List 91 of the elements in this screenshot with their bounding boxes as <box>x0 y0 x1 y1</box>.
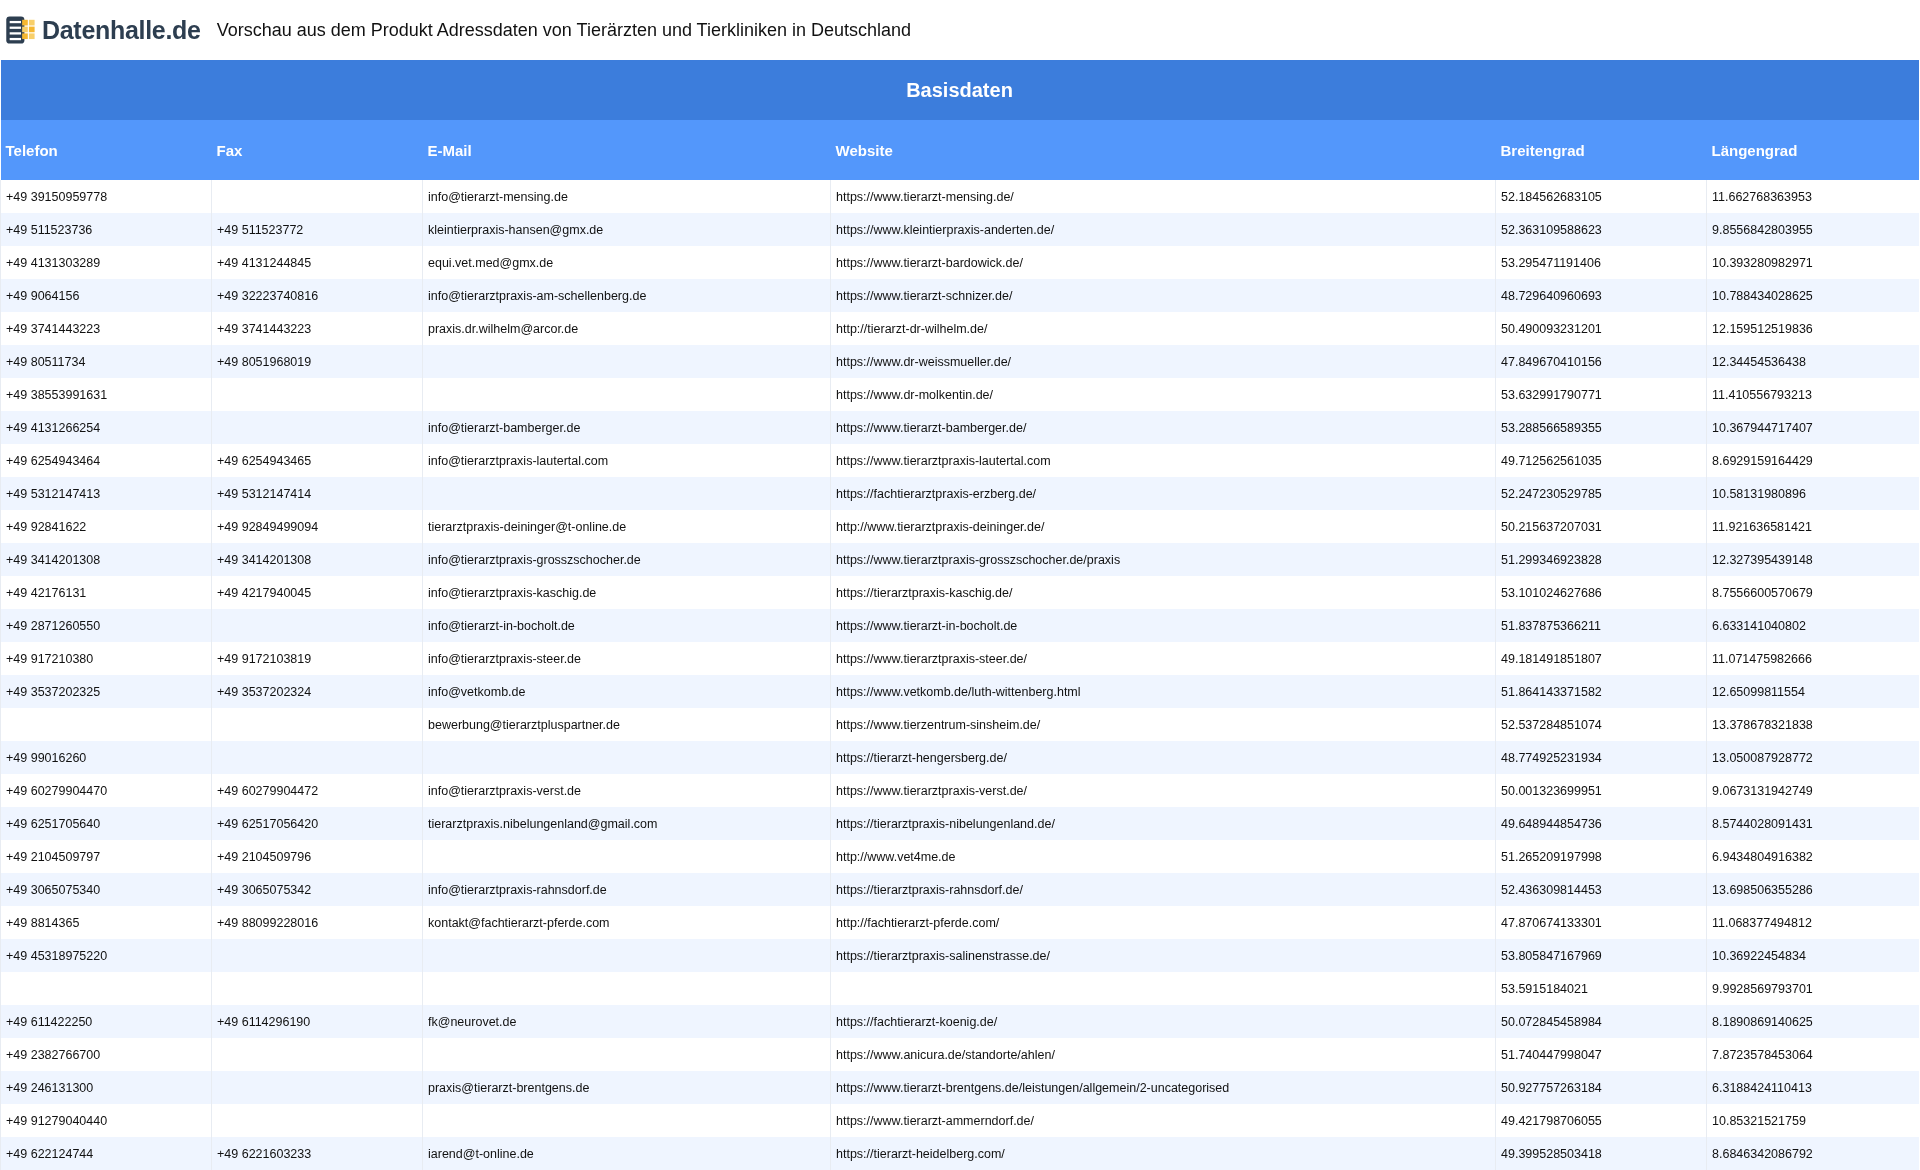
table-cell: +49 246131300 <box>0 1071 212 1104</box>
table-cell: +49 6251705640 <box>0 807 212 840</box>
table-cell: +49 2871260550 <box>0 609 212 642</box>
table-cell: https://fachtierarztpraxis-erzberg.de/ <box>830 477 1496 510</box>
table-cell: info@vetkomb.de <box>422 675 831 708</box>
table-cell: +49 3537202324 <box>211 675 423 708</box>
table-cell: https://www.kleintierpraxis-anderten.de/ <box>830 213 1496 246</box>
table-cell: 12.34454536438 <box>1706 345 1919 378</box>
table-cell: https://www.tierarzt-schnizer.de/ <box>830 279 1496 312</box>
table-cell: 6.3188424110413 <box>1706 1071 1919 1104</box>
table-cell: https://www.tierarztpraxis-grosszschocher.de/praxis <box>830 543 1496 576</box>
logo-text[interactable]: Datenhalle.de <box>42 15 201 45</box>
table-cell: praxis@tierarzt-brentgens.de <box>422 1071 831 1104</box>
table-cell: 8.1890869140625 <box>1706 1005 1919 1038</box>
table-cell: https://tierarztpraxis-rahnsdorf.de/ <box>830 873 1496 906</box>
table-cell: info@tierarzt-in-bocholt.de <box>422 609 831 642</box>
table-cell: 51.837875366211 <box>1495 609 1707 642</box>
table-group-heading: Basisdaten <box>0 60 1919 120</box>
table-cell: https://www.dr-weissmueller.de/ <box>830 345 1496 378</box>
table-cell: fk@neurovet.de <box>422 1005 831 1038</box>
table-cell: info@tierarztpraxis-grosszschocher.de <box>422 543 831 576</box>
table-cell: info@tierarztpraxis-am-schellenberg.de <box>422 279 831 312</box>
table-cell: +49 45318975220 <box>0 939 212 972</box>
table-cell: iarend@t-online.de <box>422 1137 831 1170</box>
table-cell: info@tierarztpraxis-rahnsdorf.de <box>422 873 831 906</box>
table-cell: https://tierarzt-hengersberg.de/ <box>830 741 1496 774</box>
table-cell: https://tierarzt-heidelberg.com/ <box>830 1137 1496 1170</box>
table-cell: https://www.vetkomb.de/luth-wittenberg.html <box>830 675 1496 708</box>
table-cell: +49 622124744 <box>0 1137 212 1170</box>
table-cell: +49 6221603233 <box>211 1137 423 1170</box>
table-cell: +49 3537202325 <box>0 675 212 708</box>
column-header: Fax <box>211 120 423 180</box>
table-cell: 51.299346923828 <box>1495 543 1707 576</box>
table-cell: +49 3065075340 <box>0 873 212 906</box>
table-cell: 9.8556842803955 <box>1706 213 1919 246</box>
table-cell: +49 32223740816 <box>211 279 423 312</box>
column-header: Längengrad <box>1706 120 1919 180</box>
table-cell: 13.050087928772 <box>1706 741 1919 774</box>
table-cell: https://tierarztpraxis-nibelungenland.de/ <box>830 807 1496 840</box>
table-cell: 12.65099811554 <box>1706 675 1919 708</box>
table-cell: 53.805847167969 <box>1495 939 1707 972</box>
table-cell: 13.698506355286 <box>1706 873 1919 906</box>
table-cell: https://fachtierarzt-koenig.de/ <box>830 1005 1496 1038</box>
table-cell: +49 9064156 <box>0 279 212 312</box>
table-cell: 10.58131980896 <box>1706 477 1919 510</box>
table-cell: 48.729640960693 <box>1495 279 1707 312</box>
table-cell: +49 4131266254 <box>0 411 212 444</box>
table-cell: 52.363109588623 <box>1495 213 1707 246</box>
table-cell: https://www.tierarzt-brentgens.de/leistungen/allgemein/2-uncategorised <box>830 1071 1496 1104</box>
table-cell: +49 511523772 <box>211 213 423 246</box>
table-cell: 47.849670410156 <box>1495 345 1707 378</box>
table-cell: +49 3065075342 <box>211 873 423 906</box>
table-cell: +49 5312147414 <box>211 477 423 510</box>
table-cell: info@tierarzt-bamberger.de <box>422 411 831 444</box>
page-title: Vorschau aus dem Produkt Adressdaten von Tierärzten und Tierkliniken in Deutschland <box>216 19 912 41</box>
table-cell: 6.633141040802 <box>1706 609 1919 642</box>
table-cell: +49 611422250 <box>0 1005 212 1038</box>
table-cell: 10.367944717407 <box>1706 411 1919 444</box>
column-header: Breitengrad <box>1495 120 1707 180</box>
table-cell: 52.247230529785 <box>1495 477 1707 510</box>
table-cell: 50.072845458984 <box>1495 1005 1707 1038</box>
table-cell: tierarztpraxis.nibelungenland@gmail.com <box>422 807 831 840</box>
table-cell: +49 62517056420 <box>211 807 423 840</box>
table-cell: 10.788434028625 <box>1706 279 1919 312</box>
table-cell: +49 511523736 <box>0 213 212 246</box>
table-cell: +49 5312147413 <box>0 477 212 510</box>
table-cell: 49.399528503418 <box>1495 1137 1707 1170</box>
column-header: Website <box>830 120 1496 180</box>
table-cell: 12.327395439148 <box>1706 543 1919 576</box>
table-cell: 49.648944854736 <box>1495 807 1707 840</box>
table-cell: 8.5744028091431 <box>1706 807 1919 840</box>
table-cell: +49 8051968019 <box>211 345 423 378</box>
table-cell: +49 6114296190 <box>211 1005 423 1038</box>
table-cell: kleintierpraxis-hansen@gmx.de <box>422 213 831 246</box>
table-cell: +49 99016260 <box>0 741 212 774</box>
table-cell: +49 3414201308 <box>0 543 212 576</box>
logo-icon <box>4 13 38 47</box>
table-cell: +49 80511734 <box>0 345 212 378</box>
table-cell: 50.927757263184 <box>1495 1071 1707 1104</box>
table-cell: +49 3414201308 <box>211 543 423 576</box>
column-header: Telefon <box>0 120 212 180</box>
table-cell: https://www.tierarzt-in-bocholt.de <box>830 609 1496 642</box>
table-cell: 51.864143371582 <box>1495 675 1707 708</box>
table-cell: https://tierarztpraxis-salinenstrasse.de/ <box>830 939 1496 972</box>
table-cell: 53.288566589355 <box>1495 411 1707 444</box>
table-cell: 8.6846342086792 <box>1706 1137 1919 1170</box>
table-cell: 52.436309814453 <box>1495 873 1707 906</box>
table-cell: 48.774925231934 <box>1495 741 1707 774</box>
column-header: E-Mail <box>422 120 831 180</box>
table-cell: 10.36922454834 <box>1706 939 1919 972</box>
table-cell: https://www.tierarzt-bamberger.de/ <box>830 411 1496 444</box>
